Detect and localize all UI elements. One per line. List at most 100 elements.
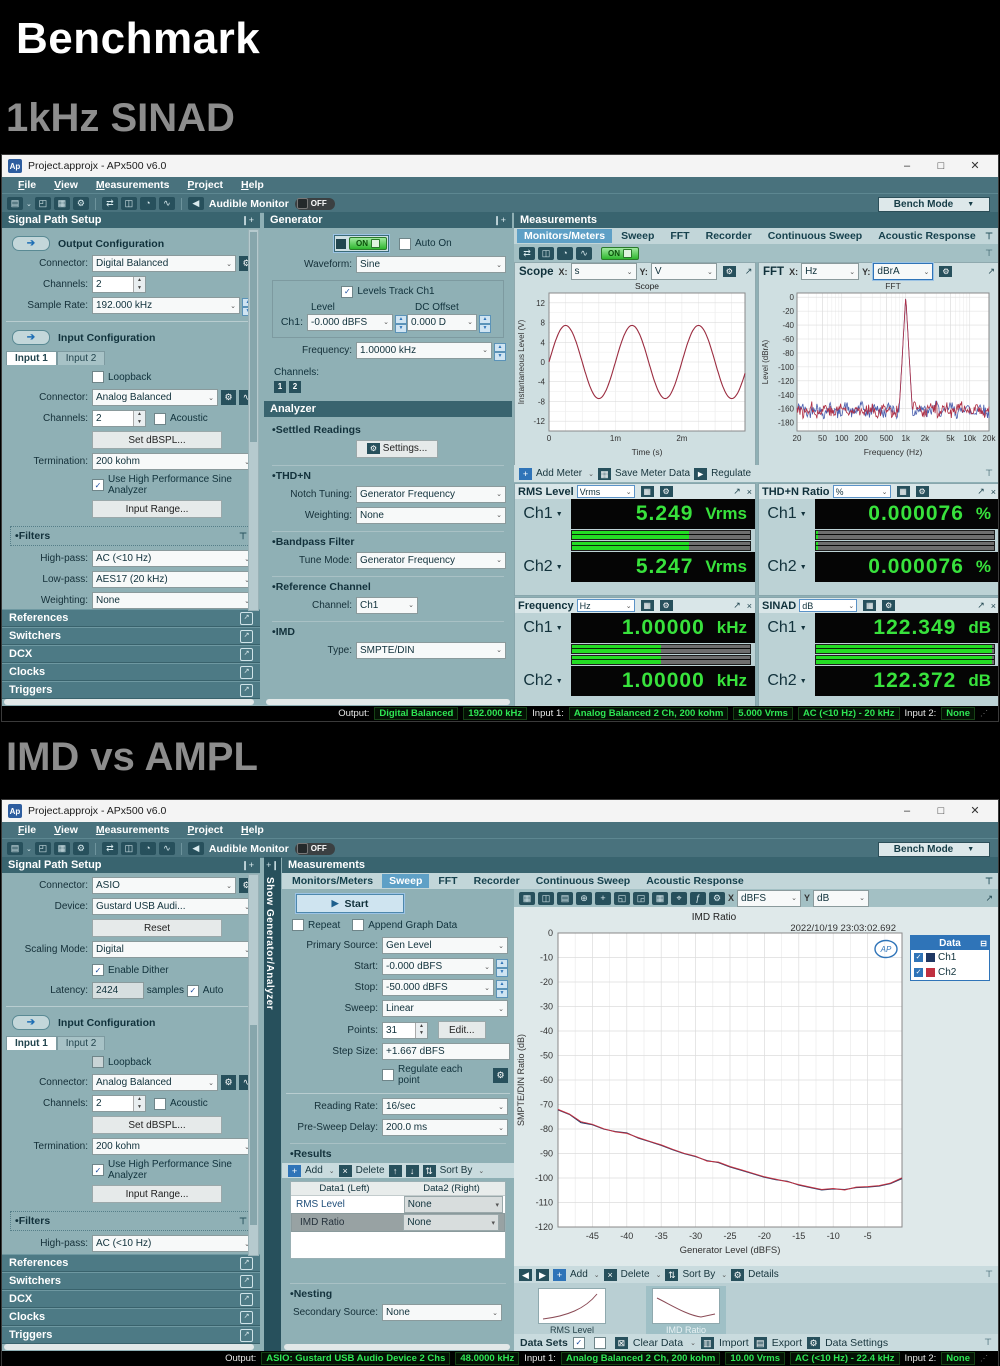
minimize-button[interactable]: –: [890, 800, 924, 822]
checkbox-use-high-performance-sine-analyzer[interactable]: ✓Use High Performance Sine Analyzer: [92, 474, 254, 496]
checkbox-enable-dither[interactable]: ✓Enable Dither: [92, 964, 169, 976]
meter-unit-dropdown[interactable]: Hz⌄: [577, 599, 635, 612]
spinner-arrows[interactable]: ▲▼: [415, 1023, 427, 1038]
pin-icon[interactable]: ⊤: [985, 248, 993, 259]
new-project-icon[interactable]: ▤: [7, 842, 23, 855]
meter-style-icon[interactable]: ▦: [897, 486, 910, 497]
sweep-icon[interactable]: ∿: [159, 197, 175, 210]
checkbox-icon[interactable]: ✓: [92, 1164, 104, 1176]
popout-icon[interactable]: ↗: [240, 612, 253, 625]
grid-icon[interactable]: ▦: [652, 892, 668, 905]
tab-input-2[interactable]: Input 2: [57, 351, 106, 365]
spin-down-icon[interactable]: ▼: [494, 352, 506, 361]
spin-down-icon[interactable]: ▼: [496, 968, 508, 977]
delete-icon[interactable]: ×: [604, 1269, 617, 1281]
new-dropdown-icon[interactable]: ⌄: [26, 200, 32, 208]
checkbox-icon[interactable]: [92, 1056, 104, 1068]
tab-monitors-meters[interactable]: Monitors/Meters: [517, 229, 612, 243]
accordion-item-clocks[interactable]: Clocks↗: [2, 1308, 260, 1326]
pin-icon[interactable]: ⊤: [985, 468, 993, 479]
tab-monitors-meters[interactable]: Monitors/Meters: [285, 874, 380, 888]
checkbox-loopback[interactable]: Loopback: [92, 371, 151, 383]
channel-selector[interactable]: Ch1▼: [759, 499, 815, 529]
toolbar-label-add-meter[interactable]: Add Meter: [536, 468, 582, 479]
dropdown-weighting[interactable]: None⌄: [92, 592, 254, 609]
spin-up-icon[interactable]: ▲: [134, 1096, 145, 1104]
delete-icon[interactable]: ×: [339, 1165, 352, 1177]
tab-recorder[interactable]: Recorder: [699, 229, 759, 243]
popout-icon[interactable]: ↗: [240, 684, 253, 697]
checkbox-icon[interactable]: [292, 919, 304, 931]
checkbox-icon[interactable]: [594, 1337, 606, 1349]
toolbar-label-add[interactable]: Add: [305, 1165, 323, 1176]
pin-icon[interactable]: ⊤: [239, 531, 247, 542]
spinner-arrows[interactable]: ▲▼: [133, 277, 145, 292]
dropdown-high-pass[interactable]: AC (<10 Hz)⌄: [92, 1235, 254, 1252]
checkbox-box[interactable]: [594, 1337, 610, 1349]
h-scrollbar[interactable]: [284, 1344, 510, 1350]
checkbox-box[interactable]: ✓: [573, 1337, 589, 1349]
checkbox-icon[interactable]: ✓: [92, 479, 104, 491]
menu-file[interactable]: File: [10, 824, 44, 836]
spinner-arrows[interactable]: ▲▼: [133, 1096, 145, 1111]
sweep-icon[interactable]: ∿: [159, 842, 175, 855]
table-row-imd-ratio[interactable]: IMD RatioNone▾: [291, 1213, 505, 1232]
channel-selector[interactable]: Ch2▼: [759, 666, 815, 696]
h-scrollbar[interactable]: [4, 1344, 254, 1350]
naming-icon[interactable]: ◫: [538, 247, 554, 260]
dock-icon[interactable]: ❙+: [241, 860, 254, 871]
tab-input-1[interactable]: Input 1: [6, 1036, 57, 1050]
scope-x-units-dropdown[interactable]: s⌄: [571, 263, 637, 280]
popout-icon[interactable]: ↗: [240, 648, 253, 661]
popout-icon[interactable]: ↗: [240, 1311, 253, 1324]
tab-continuous-sweep[interactable]: Continuous Sweep: [761, 229, 870, 243]
toolbar-label-sort-by[interactable]: Sort By: [440, 1165, 473, 1176]
gear-icon[interactable]: ⚙: [723, 266, 736, 277]
toolbar-label-save-meter-data[interactable]: Save Meter Data: [615, 468, 690, 479]
accordion-item-switchers[interactable]: Switchers↗: [2, 627, 260, 645]
dock-icon[interactable]: ❙+: [241, 215, 254, 226]
scope-y-units-dropdown[interactable]: V⌄: [651, 263, 717, 280]
dropdown-frequency[interactable]: 1.00000 kHz⌄: [356, 342, 492, 359]
graph-y-units-dropdown[interactable]: dB⌄: [813, 890, 869, 907]
button-settings[interactable]: ⚙ Settings...: [356, 440, 438, 458]
popout-icon[interactable]: ↗: [240, 666, 253, 679]
signal-path-icon[interactable]: ⇄: [519, 247, 535, 260]
checkbox-icon[interactable]: ✓: [92, 964, 104, 976]
toolbar-label-details[interactable]: Details: [748, 1269, 779, 1280]
naming-icon[interactable]: ◫: [121, 197, 137, 210]
checkbox-icon[interactable]: [399, 238, 411, 250]
on-pill[interactable]: ON: [349, 237, 387, 250]
dropdown-connector[interactable]: Analog Balanced⌄: [92, 389, 218, 406]
expand-icon[interactable]: +❙: [264, 857, 281, 871]
import-icon[interactable]: ▥: [701, 1337, 714, 1349]
number-spinner[interactable]: 2▲▼: [92, 410, 146, 427]
dropdown-type[interactable]: SMPTE/DIN⌄: [356, 642, 506, 659]
spinner[interactable]: ▲▼: [494, 343, 506, 358]
show-generator-analyzer-strip[interactable]: +❙ Show Generator/Analyzer: [264, 857, 281, 1351]
dropdown-termination[interactable]: 200 kohm⌄: [92, 1138, 254, 1155]
thumbnail-rms-level[interactable]: RMS Level: [532, 1286, 612, 1337]
save-icon[interactable]: ▦: [598, 468, 611, 480]
close-icon[interactable]: ×: [991, 487, 996, 497]
clock-icon[interactable]: ◔: [557, 247, 573, 260]
tab-fft[interactable]: FFT: [663, 229, 696, 243]
meter-unit-dropdown[interactable]: Vrms⌄: [577, 485, 635, 498]
dropdown-tune-mode[interactable]: Generator Frequency⌄: [356, 552, 506, 569]
clear-data-icon[interactable]: ⊠: [615, 1337, 628, 1349]
accordion-item-clocks[interactable]: Clocks↗: [2, 663, 260, 681]
spinner[interactable]: ▲▼: [479, 315, 491, 330]
button-set-dbspl[interactable]: Set dBSPL...: [92, 431, 222, 449]
gear-icon[interactable]: ⚙: [731, 1269, 744, 1281]
accordion-item-dcx[interactable]: DCX↗: [2, 1290, 260, 1308]
button-edit[interactable]: Edit...: [438, 1021, 486, 1039]
spin-down-icon[interactable]: ▼: [395, 324, 407, 333]
dropdown-low-pass[interactable]: AES17 (20 kHz)⌄: [92, 571, 254, 588]
dropdown-reading-rate[interactable]: 16/sec⌄: [382, 1098, 508, 1115]
toolbar-label-clear-data[interactable]: Clear Data: [633, 1337, 683, 1349]
analyzer-on-toggle[interactable]: ON: [601, 247, 639, 260]
popout-icon[interactable]: ↗: [240, 630, 253, 643]
meter-unit-dropdown[interactable]: dB⌄: [799, 599, 857, 612]
gear-icon[interactable]: ⚙: [939, 266, 952, 277]
button-input-range[interactable]: Input Range...: [92, 1185, 222, 1203]
